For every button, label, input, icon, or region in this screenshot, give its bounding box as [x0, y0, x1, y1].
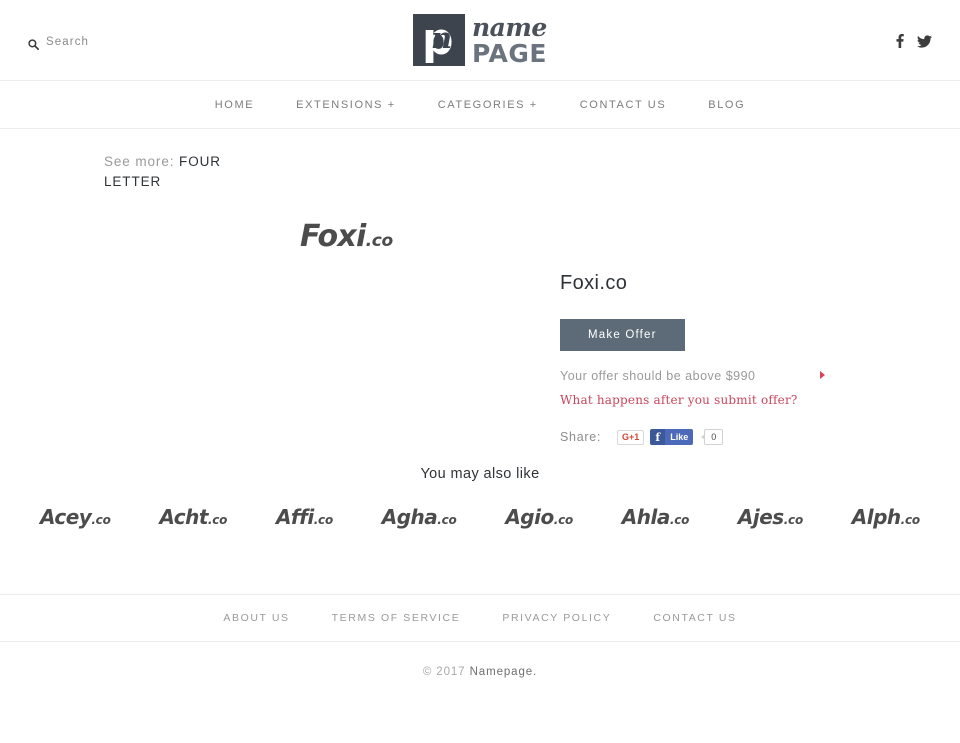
footer-link-terms-of-service[interactable]: TERMS OF SERVICE	[311, 612, 482, 624]
facebook-link[interactable]	[896, 34, 904, 53]
nav-item-categories[interactable]: CATEGORIES +	[417, 99, 559, 111]
copyright-name: Namepage.	[469, 666, 538, 678]
offer-minimum-text: Your offer should be above $990	[560, 369, 756, 383]
also-like-item[interactable]: Agio.co	[505, 505, 573, 529]
also-like-tld: .co	[437, 513, 457, 527]
facebook-like-label: Like	[665, 429, 694, 445]
also-like-list: Acey.co Acht.co Affi.co Agha.co Agio.co …	[40, 505, 920, 529]
social-links	[896, 34, 932, 53]
also-like-name: Agha	[381, 505, 438, 529]
also-like-item[interactable]: Acey.co	[40, 505, 111, 529]
domain-hero-name: Foxi	[300, 219, 366, 254]
also-like-name: Ajes	[737, 505, 784, 529]
offer-minimum-note: Your offer should be above $990	[560, 367, 825, 386]
search-button[interactable]: Search	[28, 36, 90, 50]
also-like-heading: You may also like	[420, 466, 540, 482]
logo-n-glyph: n	[431, 21, 453, 55]
also-like-name: Affi	[275, 505, 314, 529]
logo-wordmark: name PAGE	[472, 15, 547, 66]
search-label: Search	[46, 36, 90, 48]
page-root: Search p n name PAGE HOME EXTENSIONS + C…	[0, 0, 960, 743]
logo-mark-icon: p n	[413, 14, 466, 66]
also-like-item[interactable]: Alph.co	[852, 505, 920, 529]
nav-item-contact-us[interactable]: CONTACT US	[559, 99, 688, 111]
footer-link-about-us[interactable]: ABOUT US	[202, 612, 310, 624]
copyright: © 2017 Namepage.	[0, 666, 960, 678]
facebook-like-count: 0	[701, 429, 724, 445]
also-like-name: Ahla	[621, 505, 671, 529]
make-offer-button[interactable]: Make Offer	[560, 319, 685, 351]
share-buttons: G+1 f Like 0	[617, 429, 724, 445]
copyright-year: © 2017	[422, 666, 466, 678]
also-like-tld: .co	[783, 513, 804, 527]
domain-hero-logo: Foxi.co	[300, 219, 393, 254]
also-like-item[interactable]: Ajes.co	[738, 505, 803, 529]
facebook-like-button[interactable]: f Like	[650, 429, 694, 445]
facebook-icon: f	[650, 429, 666, 445]
share-label: Share:	[560, 430, 602, 444]
main-navigation: HOME EXTENSIONS + CATEGORIES + CONTACT U…	[0, 81, 960, 129]
also-like-name: Alph	[851, 505, 901, 529]
page-title: Foxi.co	[560, 272, 628, 294]
facebook-icon	[896, 34, 904, 52]
share-row: Share: G+1 f Like 0	[560, 429, 900, 445]
also-like-name: Acht	[159, 505, 208, 529]
top-header: Search p n name PAGE	[0, 0, 960, 81]
domain-detail-panel: Foxi.co Make Offer Your offer should be …	[560, 272, 900, 445]
arrow-right-icon	[820, 371, 825, 379]
also-like-item[interactable]: Agha.co	[382, 505, 457, 529]
footer-link-contact-us[interactable]: CONTACT US	[632, 612, 757, 624]
also-like-tld: .co	[207, 513, 228, 527]
also-like-name: Acey	[40, 505, 92, 529]
logo-page-text: PAGE	[472, 38, 547, 68]
also-like-name: Agio	[505, 505, 554, 529]
also-like-item[interactable]: Acht.co	[159, 505, 227, 529]
twitter-link[interactable]	[917, 34, 932, 53]
nav-item-home[interactable]: HOME	[194, 99, 275, 111]
also-like-tld: .co	[900, 513, 921, 527]
domain-hero-tld: .co	[365, 231, 394, 251]
see-more-label: See more:	[104, 154, 175, 169]
twitter-icon	[917, 34, 932, 52]
offer-info-link[interactable]: What happens after you submit offer?	[560, 393, 900, 407]
also-like-tld: .co	[91, 513, 111, 527]
also-like-tld: .co	[669, 513, 690, 527]
also-like-tld: .co	[553, 513, 574, 527]
also-like-item[interactable]: Ahla.co	[621, 505, 690, 529]
nav-item-extensions[interactable]: EXTENSIONS +	[275, 99, 417, 111]
footer-navigation: ABOUT US TERMS OF SERVICE PRIVACY POLICY…	[0, 594, 960, 642]
logo-name-text: name	[472, 12, 547, 42]
google-plus-one-button[interactable]: G+1	[617, 429, 645, 445]
site-logo[interactable]: p n name PAGE	[413, 14, 547, 66]
also-like-tld: .co	[313, 513, 334, 527]
search-icon	[28, 37, 40, 50]
also-like-item[interactable]: Affi.co	[276, 505, 333, 529]
nav-list: HOME EXTENSIONS + CATEGORIES + CONTACT U…	[194, 99, 766, 111]
footer-link-privacy-policy[interactable]: PRIVACY POLICY	[481, 612, 632, 624]
see-more-block: See more: FOUR LETTER	[104, 152, 264, 192]
nav-item-blog[interactable]: BLOG	[687, 99, 766, 111]
